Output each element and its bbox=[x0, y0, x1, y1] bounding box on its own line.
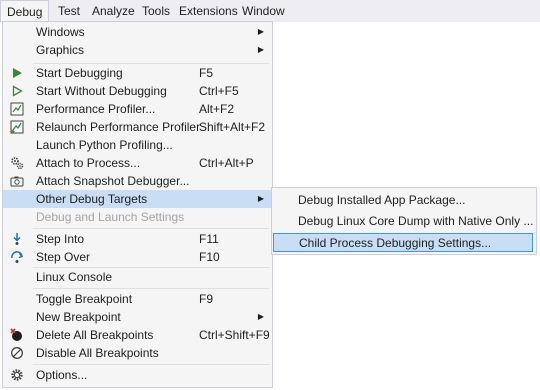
submenu-item-child-process-debugging-settings[interactable]: Child Process Debugging Settings... bbox=[273, 233, 533, 252]
menu-item-label: Windows bbox=[36, 25, 85, 39]
menu-item-label: Disable All Breakpoints bbox=[36, 346, 159, 360]
menubar-extensions[interactable]: Extensions bbox=[173, 0, 244, 22]
play-outline-icon bbox=[9, 83, 25, 99]
shortcut-text: Alt+F2 bbox=[199, 102, 235, 116]
step-over-icon bbox=[9, 249, 25, 265]
menu-item-label: Launch Python Profiling... bbox=[36, 138, 173, 152]
menu-item-toggle-breakpoint[interactable]: Toggle Breakpoint F9 bbox=[3, 290, 272, 308]
menu-item-windows[interactable]: Windows ▶ bbox=[3, 23, 272, 41]
menu-item-relaunch-performance-profiler[interactable]: Relaunch Performance Profiler Shift+Alt+… bbox=[3, 118, 272, 136]
menu-item-label: Attach Snapshot Debugger... bbox=[36, 174, 190, 188]
menu-item-label: New Breakpoint bbox=[36, 310, 121, 324]
menu-item-label: Step Into bbox=[36, 232, 85, 246]
menu-separator bbox=[33, 288, 269, 289]
shortcut-text: F11 bbox=[199, 232, 219, 246]
submenu-arrow-icon: ▶ bbox=[257, 312, 264, 321]
shortcut-text: Ctrl+Alt+P bbox=[199, 156, 254, 170]
menu-item-label: Toggle Breakpoint bbox=[36, 292, 133, 306]
menubar-window[interactable]: Window bbox=[236, 0, 291, 22]
menu-item-attach-snapshot-debugger[interactable]: Attach Snapshot Debugger... bbox=[3, 172, 272, 190]
menu-separator bbox=[33, 364, 269, 365]
submenu-arrow-icon: ▶ bbox=[257, 27, 264, 36]
delete-breakpoints-icon bbox=[9, 327, 25, 343]
menu-item-label: Relaunch Performance Profiler bbox=[36, 120, 201, 134]
menu-item-new-breakpoint[interactable]: New Breakpoint ▶ bbox=[3, 308, 272, 326]
other-debug-targets-submenu: Debug Installed App Package... Debug Lin… bbox=[271, 187, 537, 255]
menu-item-linux-console[interactable]: Linux Console bbox=[3, 268, 272, 286]
debug-menu: Windows ▶ Graphics ▶ Start Debugging F5 … bbox=[2, 21, 273, 388]
relaunch-profiler-icon bbox=[9, 119, 25, 135]
submenu-item-debug-linux-core-dump[interactable]: Debug Linux Core Dump with Native Only .… bbox=[272, 212, 536, 231]
shortcut-text: Ctrl+Shift+F9 bbox=[199, 328, 270, 342]
menu-item-label: Performance Profiler... bbox=[36, 102, 156, 116]
menu-item-launch-python-profiling[interactable]: Launch Python Profiling... bbox=[3, 136, 272, 154]
menubar-analyze[interactable]: Analyze bbox=[86, 0, 141, 22]
menubar-debug[interactable]: Debug bbox=[0, 0, 50, 22]
menu-item-label: Debug Installed App Package... bbox=[298, 193, 466, 207]
menu-item-start-without-debugging[interactable]: Start Without Debugging Ctrl+F5 bbox=[3, 82, 272, 100]
menu-bar: Debug Test Analyze Tools Extensions Wind… bbox=[0, 0, 540, 22]
menu-item-label: Options... bbox=[36, 368, 88, 382]
menubar-tools[interactable]: Tools bbox=[136, 0, 176, 22]
menu-item-options[interactable]: Options... bbox=[3, 366, 272, 384]
menu-item-attach-to-process[interactable]: Attach to Process... Ctrl+Alt+P bbox=[3, 154, 272, 172]
menu-item-label: Debug and Launch Settings bbox=[36, 210, 185, 224]
menu-item-step-over[interactable]: Step Over F10 bbox=[3, 248, 272, 266]
submenu-arrow-icon: ▶ bbox=[257, 194, 264, 203]
gear-icon bbox=[9, 367, 25, 383]
menu-item-label: Debug Linux Core Dump with Native Only .… bbox=[298, 214, 534, 228]
performance-profiler-icon bbox=[9, 101, 25, 117]
menu-item-step-into[interactable]: Step Into F11 bbox=[3, 230, 272, 248]
submenu-item-debug-installed-app-package[interactable]: Debug Installed App Package... bbox=[272, 191, 536, 210]
menu-item-label: Delete All Breakpoints bbox=[36, 328, 154, 342]
menu-item-performance-profiler[interactable]: Performance Profiler... Alt+F2 bbox=[3, 100, 272, 118]
menu-item-debug-and-launch-settings[interactable]: Debug and Launch Settings bbox=[3, 208, 272, 226]
shortcut-text: F5 bbox=[199, 66, 214, 80]
menu-item-disable-all-breakpoints[interactable]: Disable All Breakpoints bbox=[3, 344, 272, 362]
menu-item-start-debugging[interactable]: Start Debugging F5 bbox=[3, 64, 272, 82]
submenu-arrow-icon: ▶ bbox=[257, 45, 264, 54]
menu-item-other-debug-targets[interactable]: Other Debug Targets ▶ bbox=[3, 190, 272, 208]
step-into-icon bbox=[9, 231, 25, 247]
menu-item-delete-all-breakpoints[interactable]: Delete All Breakpoints Ctrl+Shift+F9 bbox=[3, 326, 272, 344]
disable-breakpoints-icon bbox=[9, 345, 25, 361]
menu-item-label: Other Debug Targets bbox=[36, 192, 148, 206]
play-icon bbox=[9, 65, 25, 81]
menu-item-label: Start Without Debugging bbox=[36, 84, 167, 98]
shortcut-text: F9 bbox=[199, 292, 214, 306]
menubar-test[interactable]: Test bbox=[52, 0, 86, 22]
menu-item-label: Step Over bbox=[36, 250, 91, 264]
menu-item-label: Child Process Debugging Settings... bbox=[299, 236, 492, 250]
shortcut-text: Shift+Alt+F2 bbox=[199, 120, 266, 134]
menu-item-label: Linux Console bbox=[36, 270, 113, 284]
menu-item-label: Start Debugging bbox=[36, 66, 123, 80]
camera-icon bbox=[9, 173, 25, 189]
menu-item-graphics[interactable]: Graphics ▶ bbox=[3, 41, 272, 59]
menu-separator bbox=[33, 228, 269, 229]
attach-gears-icon bbox=[9, 155, 25, 171]
shortcut-text: Ctrl+F5 bbox=[199, 84, 239, 98]
menu-item-label: Attach to Process... bbox=[36, 156, 141, 170]
menu-item-label: Graphics bbox=[36, 43, 85, 57]
shortcut-text: F10 bbox=[199, 250, 220, 264]
